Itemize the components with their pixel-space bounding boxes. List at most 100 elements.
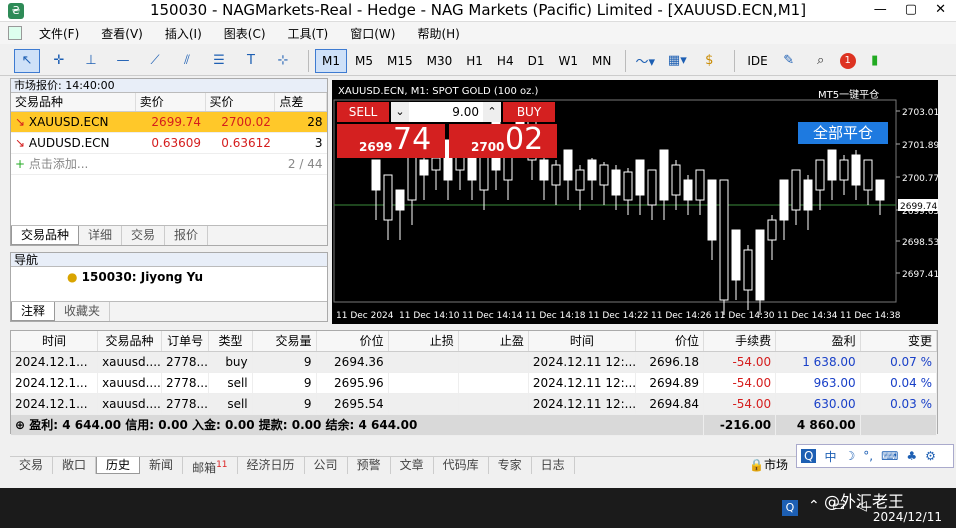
- menu-view[interactable]: 查看(V): [90, 25, 154, 42]
- sell-button[interactable]: SELL: [337, 102, 389, 122]
- col-symbol[interactable]: 交易品种: [11, 93, 136, 112]
- col-commission[interactable]: 手续费: [703, 331, 777, 352]
- punctuation-icon[interactable]: °,: [863, 449, 873, 463]
- channel-icon[interactable]: ⫽: [174, 49, 200, 73]
- menu-file[interactable]: 文件(F): [28, 25, 90, 42]
- tab-experts[interactable]: 专家: [489, 457, 532, 474]
- volume-down-icon[interactable]: ⌄: [391, 102, 409, 122]
- timeframe-m5[interactable]: M5: [349, 49, 379, 73]
- settings-icon[interactable]: ⚙: [925, 449, 936, 463]
- menu-help[interactable]: 帮助(H): [406, 25, 470, 42]
- timeframe-m30[interactable]: M30: [421, 49, 459, 73]
- shapes-icon[interactable]: ⊹: [270, 49, 296, 73]
- vertical-line-icon[interactable]: ⊥: [78, 49, 104, 73]
- menu-tools[interactable]: 工具(T): [277, 25, 340, 42]
- col-tp[interactable]: 止盈: [458, 331, 529, 352]
- timeframe-h1[interactable]: H1: [460, 49, 489, 73]
- menu-insert[interactable]: 插入(I): [154, 25, 213, 42]
- col-change[interactable]: 变更: [860, 331, 938, 352]
- add-symbol-link[interactable]: 点击添加...: [29, 157, 88, 171]
- moon-icon[interactable]: ☽: [844, 449, 855, 463]
- tab-calendar[interactable]: 经济日历: [238, 457, 305, 474]
- col-open-price[interactable]: 价位: [316, 331, 389, 352]
- col-close-price[interactable]: 价位: [635, 331, 705, 352]
- tab-news[interactable]: 新闻: [140, 457, 184, 474]
- cursor-tool-icon[interactable]: ↖: [14, 48, 40, 73]
- maximize-button[interactable]: ▢: [905, 2, 917, 17]
- chart-menu-icon[interactable]: [8, 26, 22, 40]
- close-all-button[interactable]: 全部平仓: [798, 122, 888, 144]
- tab-ticks[interactable]: 报价: [165, 226, 209, 245]
- table-row[interactable]: 2024.12.1... xauusd.... 2778... sell 9 2…: [11, 393, 938, 415]
- price-chart[interactable]: 2703.01 2701.89 2700.77 2699.65 2698.53 2697.…: [332, 80, 938, 324]
- crosshair-tool-icon[interactable]: ✛: [46, 49, 72, 73]
- col-order[interactable]: 订单号: [161, 331, 210, 352]
- sell-price-button[interactable]: 2699 74: [337, 122, 445, 158]
- buy-price-button[interactable]: 2700 02: [449, 122, 557, 158]
- tab-history[interactable]: 历史: [96, 457, 141, 474]
- tab-alerts[interactable]: 预警: [348, 457, 391, 474]
- timeframe-mn[interactable]: MN: [586, 49, 617, 73]
- table-row[interactable]: 2024.12.1... xauusd.... 2778... buy 9 26…: [11, 351, 938, 373]
- market-dollar-icon[interactable]: $: [696, 49, 722, 73]
- skin-icon[interactable]: ♣: [906, 449, 917, 463]
- ime-tray-icon[interactable]: Q: [782, 500, 798, 516]
- horizontal-line-icon[interactable]: —: [110, 49, 136, 73]
- ime-logo-icon[interactable]: Q: [801, 449, 817, 463]
- tab-articles[interactable]: 文章: [391, 457, 434, 474]
- col-open-time[interactable]: 时间: [11, 331, 99, 352]
- col-sl[interactable]: 止损: [388, 331, 459, 352]
- close-button[interactable]: ✕: [935, 2, 946, 17]
- menu-charts[interactable]: 图表(C): [213, 25, 277, 42]
- fibonacci-icon[interactable]: ☰: [206, 49, 232, 73]
- minimize-button[interactable]: —: [874, 2, 887, 17]
- tray-date[interactable]: 2024/12/11: [873, 510, 942, 524]
- volume-up-icon[interactable]: ⌃: [483, 102, 501, 122]
- keyboard-icon[interactable]: ⌨: [881, 449, 898, 463]
- tab-company[interactable]: 公司: [305, 457, 348, 474]
- market-row-xauusd[interactable]: ↘ XAUUSD.ECN 2699.74 2700.02 28: [11, 111, 327, 133]
- market-button[interactable]: 🔒市场: [749, 457, 788, 474]
- add-symbol-row[interactable]: + 点击添加... 2 / 44: [11, 153, 327, 175]
- market-row-audusd[interactable]: ↘ AUDUSD.ECN 0.63609 0.63612 3: [11, 132, 327, 154]
- text-tool-icon[interactable]: T: [238, 49, 264, 73]
- col-close-time[interactable]: 时间: [528, 331, 637, 352]
- timeframe-m15[interactable]: M15: [381, 49, 419, 73]
- col-volume[interactable]: 交易量: [252, 331, 317, 352]
- col-type[interactable]: 类型: [208, 331, 253, 352]
- tab-trade[interactable]: 交易: [10, 457, 54, 474]
- ime-lang[interactable]: 中: [824, 448, 836, 465]
- tab-mailbox[interactable]: 邮箱11: [183, 457, 238, 475]
- tab-details[interactable]: 详细: [79, 226, 123, 245]
- chevron-up-icon[interactable]: ⌃: [808, 498, 820, 514]
- col-ask[interactable]: 买价: [205, 93, 276, 112]
- volume-input[interactable]: 9.00: [409, 102, 483, 122]
- timeframe-h4[interactable]: H4: [491, 49, 520, 73]
- account-item[interactable]: ● 150030: Jiyong Yu: [11, 267, 327, 284]
- tab-journal[interactable]: 日志: [532, 457, 575, 474]
- buy-button[interactable]: BUY: [503, 102, 555, 122]
- tab-notes[interactable]: 注释: [11, 302, 56, 321]
- col-spread[interactable]: 点差: [274, 93, 327, 112]
- search-icon[interactable]: ⌕: [808, 49, 834, 73]
- trendline-icon[interactable]: ⟋: [142, 49, 168, 73]
- col-symbol[interactable]: 交易品种: [97, 331, 162, 352]
- notification-icon[interactable]: 1: [839, 52, 856, 69]
- col-bid[interactable]: 卖价: [135, 93, 206, 112]
- tab-codebase[interactable]: 代码库: [434, 457, 489, 474]
- script-icon[interactable]: ✎: [776, 49, 802, 73]
- tab-exposure[interactable]: 敞口: [53, 457, 97, 474]
- tab-symbols[interactable]: 交易品种: [11, 226, 80, 245]
- timeframe-w1[interactable]: W1: [552, 49, 584, 73]
- menu-window[interactable]: 窗口(W): [339, 25, 406, 42]
- tab-trading[interactable]: 交易: [122, 226, 166, 245]
- ide-button[interactable]: IDE: [741, 49, 773, 73]
- signal-level-icon[interactable]: ▮: [862, 49, 888, 73]
- timeframe-d1[interactable]: D1: [522, 49, 551, 73]
- table-row[interactable]: 2024.12.1... xauusd.... 2778... sell 9 2…: [11, 372, 938, 394]
- indicators-icon[interactable]: 〜▾: [632, 49, 658, 73]
- col-profit[interactable]: 盈利: [775, 331, 861, 352]
- templates-icon[interactable]: ▦▾: [664, 49, 690, 73]
- timeframe-m1[interactable]: M1: [315, 48, 347, 73]
- tab-favorites[interactable]: 收藏夹: [55, 302, 111, 321]
